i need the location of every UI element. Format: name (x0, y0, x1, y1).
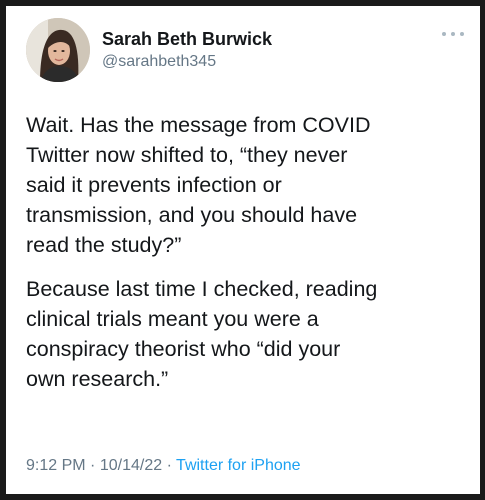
more-dot (460, 32, 464, 36)
meta-separator: · (166, 457, 177, 474)
more-dot (451, 32, 455, 36)
more-options-icon[interactable] (442, 28, 464, 40)
profile-photo-icon (26, 18, 90, 82)
meta-separator: · (90, 457, 100, 474)
tweet-paragraph: Because last time I checked, reading cli… (26, 277, 378, 391)
author-display-name[interactable]: Sarah Beth Burwick (102, 28, 272, 50)
tweet-card: Sarah Beth Burwick @sarahbeth345 Wait. H… (6, 6, 480, 494)
tweet-source-link[interactable]: Twitter for iPhone (176, 457, 301, 474)
avatar[interactable] (26, 18, 90, 82)
author-handle[interactable]: @sarahbeth345 (102, 51, 272, 73)
author-block: Sarah Beth Burwick @sarahbeth345 (102, 28, 272, 73)
tweet-header: Sarah Beth Burwick @sarahbeth345 (26, 18, 466, 82)
tweet-time[interactable]: 9:12 PM (26, 457, 86, 474)
tweet-paragraph: Wait. Has the message from COVID Twitter… (26, 113, 371, 257)
tweet-meta: 9:12 PM · 10/14/22 · Twitter for iPhone (26, 456, 301, 476)
tweet-text: Wait. Has the message from COVID Twitter… (26, 110, 466, 394)
tweet-date[interactable]: 10/14/22 (100, 457, 162, 474)
more-dot (442, 32, 446, 36)
